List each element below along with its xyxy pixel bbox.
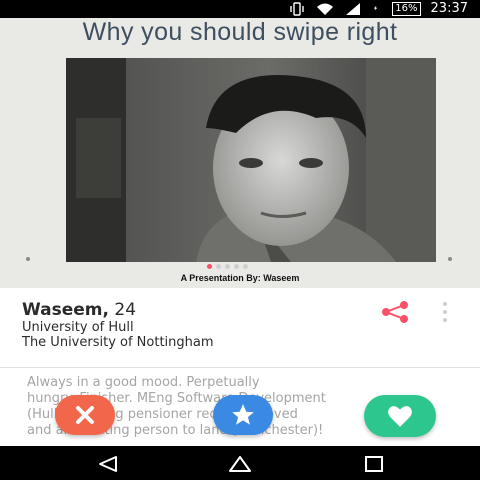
profile-age: 24 xyxy=(114,300,137,320)
heart-icon xyxy=(388,406,412,427)
profile-photo[interactable] xyxy=(66,58,436,262)
more-vertical-icon[interactable] xyxy=(440,302,450,322)
share-icon[interactable] xyxy=(380,301,410,323)
close-icon xyxy=(76,406,94,424)
charging-icon xyxy=(373,5,378,10)
profile-name: Waseem, xyxy=(22,300,109,320)
back-triangle-icon[interactable] xyxy=(96,455,120,473)
wifi-icon xyxy=(317,3,334,15)
star-icon xyxy=(232,404,254,425)
carousel-indicator xyxy=(207,264,248,269)
signal-icon xyxy=(346,2,361,15)
profile-photo-area[interactable]: Why you should swipe right A Presentatio… xyxy=(0,18,480,288)
android-nav-bar xyxy=(0,446,480,480)
carousel-dot[interactable] xyxy=(207,264,212,269)
profile-info: Waseem, 24 University of Hull The Univer… xyxy=(0,288,480,368)
carousel-dot[interactable] xyxy=(225,264,230,269)
nope-button[interactable] xyxy=(55,395,115,435)
clock: 23:37 xyxy=(430,1,468,16)
battery-percent: 16% xyxy=(392,1,421,16)
carousel-dot[interactable] xyxy=(216,264,221,269)
bio-line: Always in a good mood. Perpetually xyxy=(27,375,260,390)
slide-title: Why you should swipe right xyxy=(82,18,398,46)
profile-school-1: University of Hull xyxy=(22,320,134,335)
recents-square-icon[interactable] xyxy=(362,455,386,473)
carousel-dot[interactable] xyxy=(234,264,239,269)
profile-name-age: Waseem, 24 xyxy=(22,300,136,320)
vibrate-icon xyxy=(290,1,304,16)
home-icon[interactable] xyxy=(228,455,252,473)
slide-footer: A Presentation By: Waseem xyxy=(180,273,300,283)
profile-school-2: The University of Nottingham xyxy=(22,335,214,350)
edge-dot-left xyxy=(26,257,30,261)
carousel-dot[interactable] xyxy=(243,264,248,269)
portrait-image xyxy=(66,58,436,262)
like-button[interactable] xyxy=(364,395,436,437)
battery-indicator: 16% xyxy=(392,1,421,16)
status-bar: 16% 23:37 xyxy=(0,0,480,18)
superlike-button[interactable] xyxy=(213,395,273,435)
edge-dot-right xyxy=(448,257,452,261)
